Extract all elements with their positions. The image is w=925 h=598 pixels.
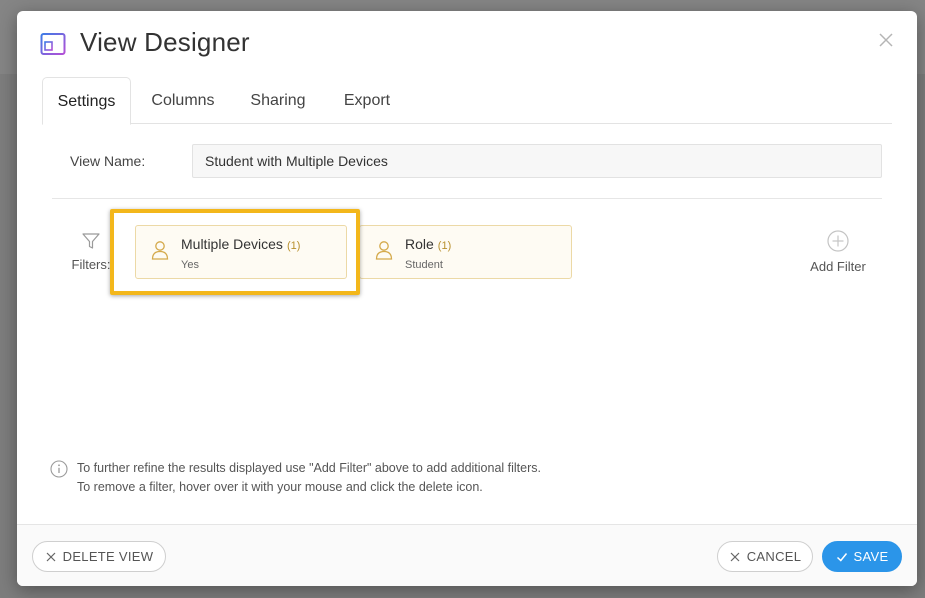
tab-export[interactable]: Export	[334, 77, 400, 124]
close-icon	[730, 552, 740, 561]
delete-view-label: DELETE VIEW	[62, 549, 154, 564]
dialog-footer: DELETE VIEW CANCEL SAVE	[17, 524, 917, 586]
tab-sharing[interactable]: Sharing	[242, 77, 314, 124]
filter-chip-count: (1)	[437, 240, 452, 252]
filter-chip-name: Role (1)	[405, 236, 451, 252]
tab-columns[interactable]: Columns	[142, 77, 224, 124]
add-filter-label: Add Filter	[810, 259, 866, 274]
cancel-button[interactable]: CANCEL	[717, 541, 813, 572]
filters-section-label: Filters:	[69, 231, 113, 272]
info-line-2: To remove a filter, hover over it with y…	[77, 480, 483, 494]
view-designer-icon	[40, 33, 66, 55]
dialog-header: View Designer	[17, 11, 917, 77]
checkmark-icon	[836, 552, 847, 562]
view-name-label: View Name:	[70, 153, 146, 169]
person-icon	[375, 241, 393, 260]
filter-chip-value: Student	[405, 259, 443, 271]
delete-view-button[interactable]: DELETE VIEW	[32, 541, 166, 572]
filters-label: Filters:	[71, 257, 111, 272]
save-button[interactable]: SAVE	[822, 541, 902, 572]
view-name-input[interactable]	[192, 144, 882, 178]
close-icon[interactable]	[877, 31, 895, 49]
cancel-label: CANCEL	[746, 549, 802, 564]
tab-settings[interactable]: Settings	[42, 77, 131, 125]
info-text: To further refine the results displayed …	[77, 459, 637, 497]
filter-chip-name-text: Role	[405, 236, 434, 252]
info-icon	[50, 460, 68, 478]
plus-circle-icon	[827, 230, 849, 252]
add-filter-button[interactable]: Add Filter	[801, 230, 875, 274]
view-designer-dialog: View Designer Settings Columns Sharing E…	[17, 11, 917, 586]
close-icon	[46, 552, 56, 561]
highlight-box	[110, 209, 360, 295]
funnel-icon	[82, 233, 100, 249]
tab-bar: Settings Columns Sharing Export	[42, 77, 892, 125]
view-name-row: View Name:	[52, 144, 882, 180]
filter-chip-role[interactable]: Role (1) Student	[359, 225, 572, 279]
section-divider	[52, 198, 882, 199]
info-line-1: To further refine the results displayed …	[77, 461, 541, 475]
dialog-title: View Designer	[80, 27, 250, 57]
save-label: SAVE	[853, 549, 889, 564]
